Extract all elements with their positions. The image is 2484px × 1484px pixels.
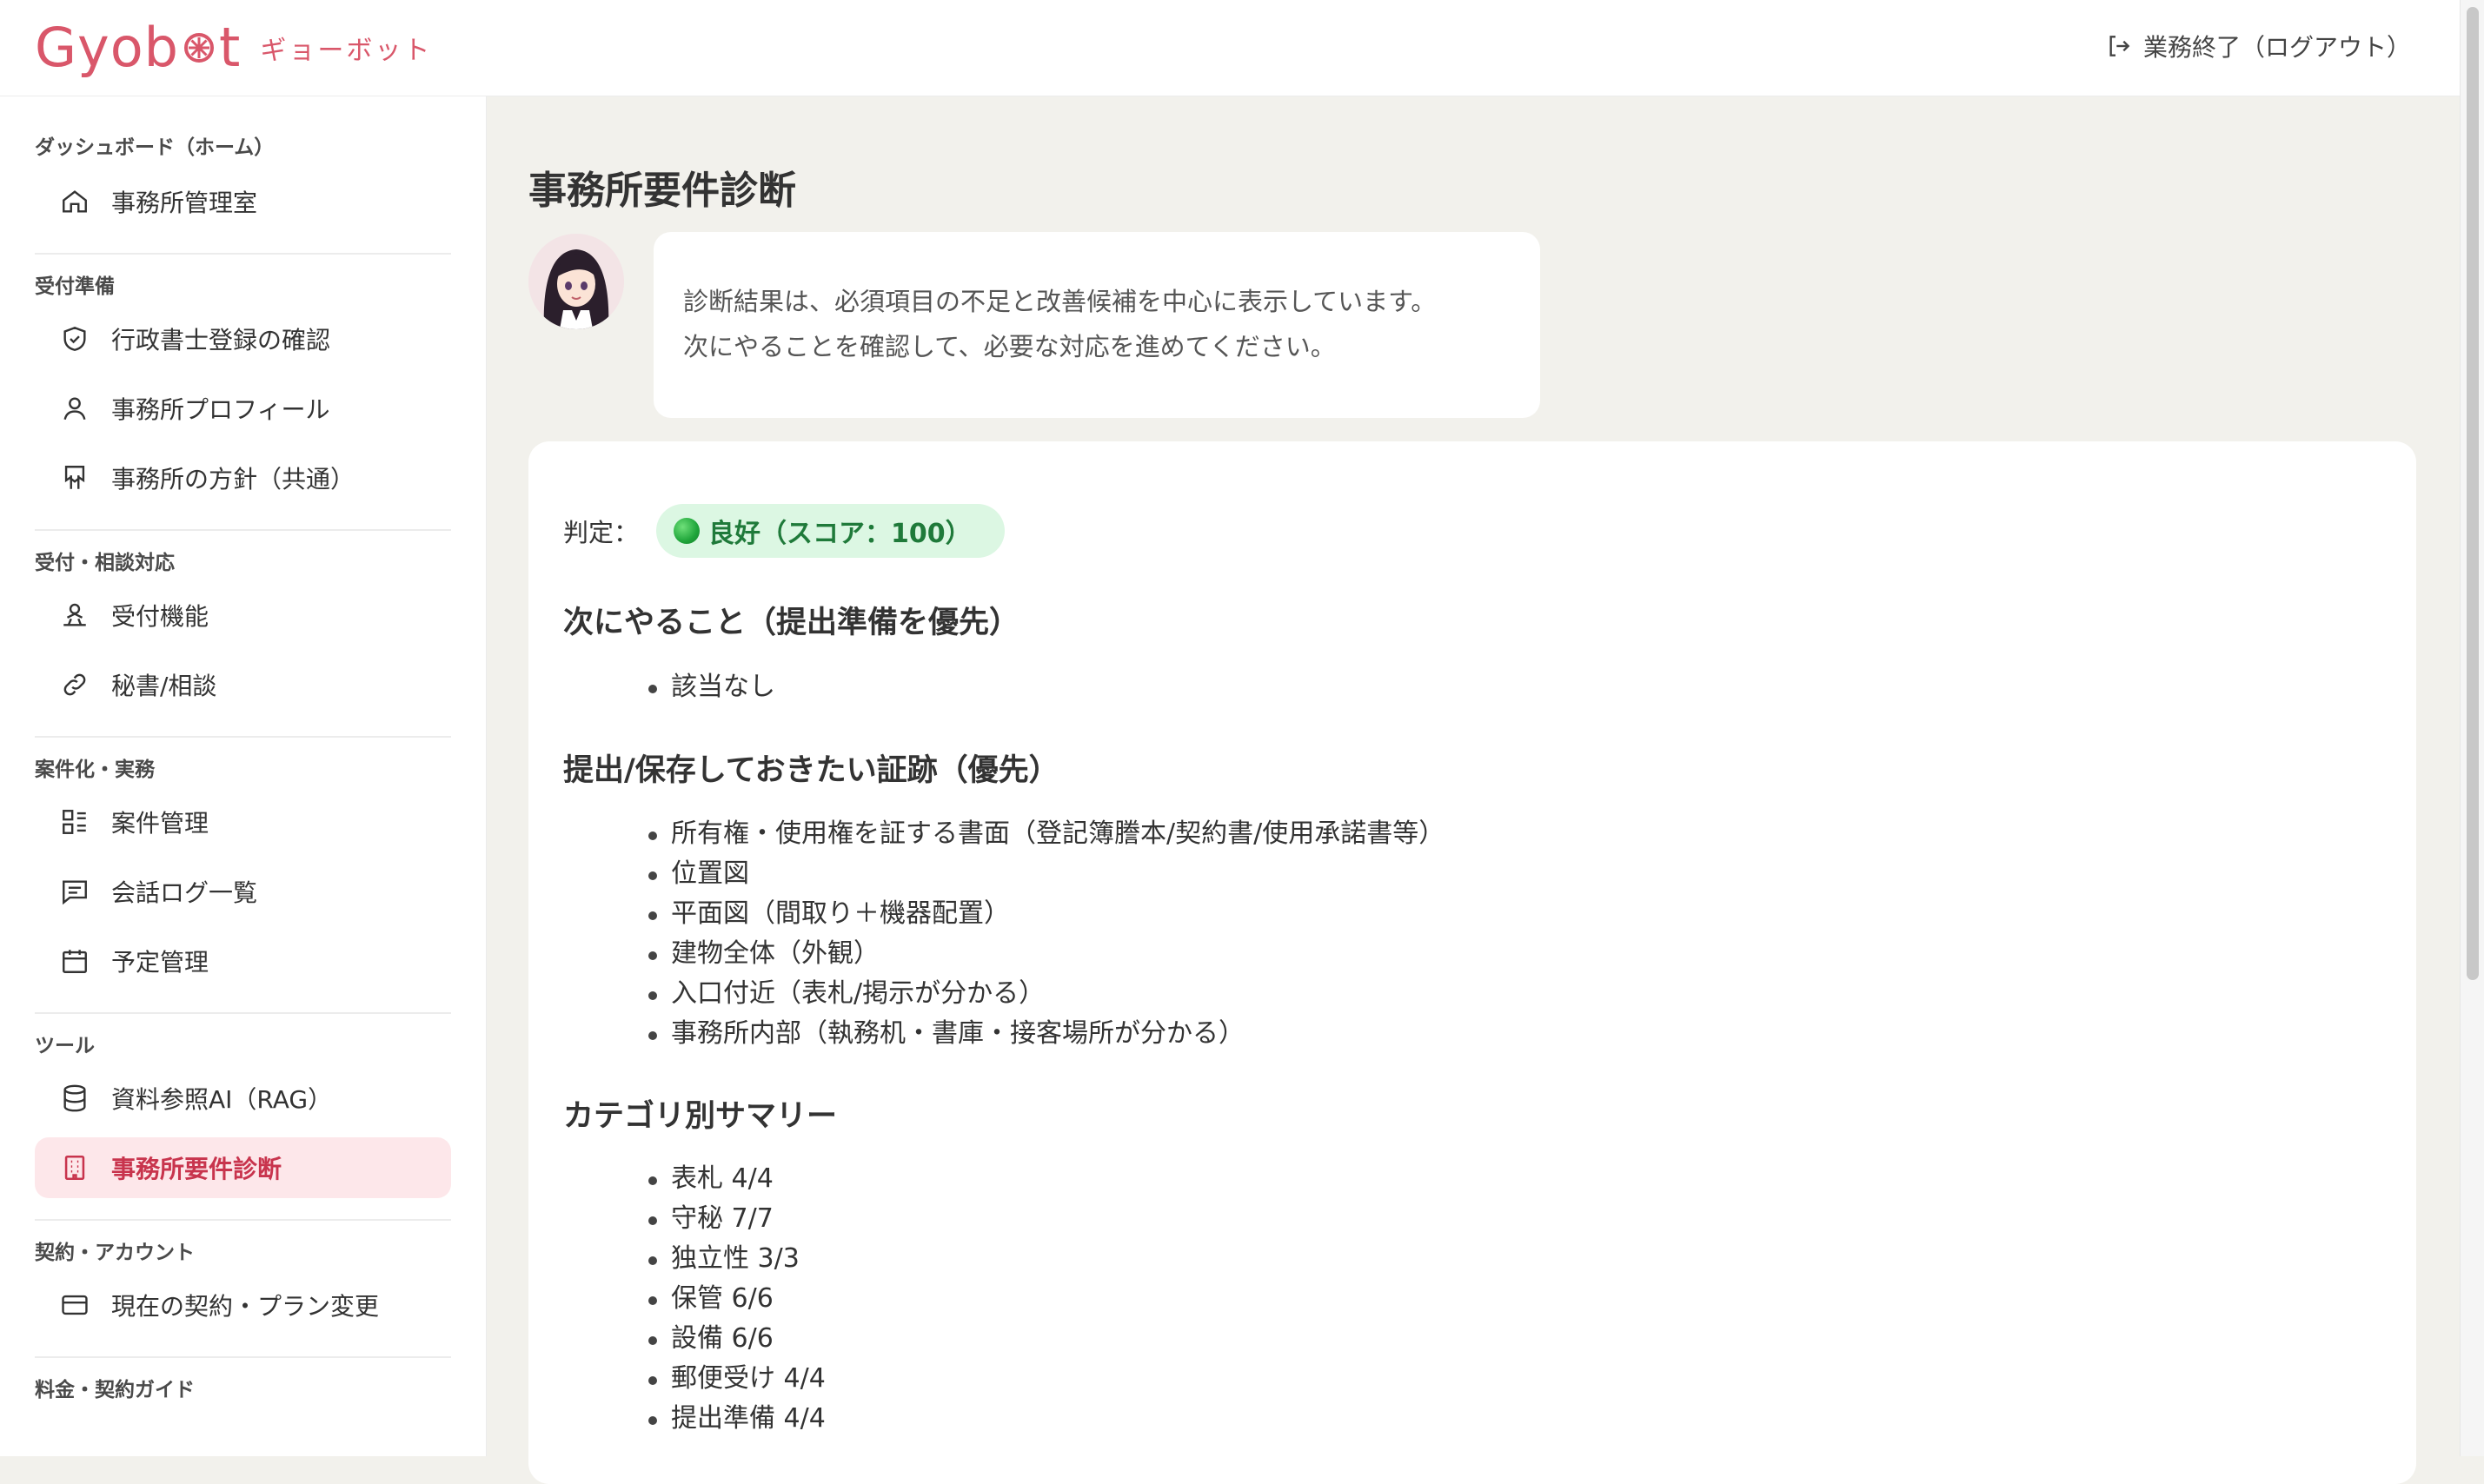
logout-label: 業務終了（ログアウト） [2142, 33, 2411, 62]
green-circle-icon [674, 518, 701, 544]
list-item: 事務所内部（執務机・書庫・接客場所が分かる） [648, 1014, 1445, 1054]
sidebar-item-label: 予定管理 [111, 948, 209, 977]
sidebar-item-label: 案件管理 [111, 809, 209, 838]
user-icon [59, 393, 90, 424]
sidebar-item-label: 秘書/相談 [111, 672, 217, 700]
evidence-heading: 提出/保存しておきたい証跡（優先） [563, 753, 1059, 788]
sidebar-item-label: 行政書士登録の確認 [111, 326, 331, 354]
signpost-icon [59, 462, 90, 494]
list-item: 入口付近（表札/掲示が分かる） [648, 974, 1445, 1014]
logo-subtitle: ギョーボット [260, 36, 433, 66]
list-item: 独立性 3/3 [648, 1239, 826, 1279]
next-actions-list: 該当なし [648, 667, 775, 707]
sidebar-item-label: 事務所管理室 [111, 189, 258, 217]
sidebar-item-label: 現在の契約・プラン変更 [111, 1292, 380, 1321]
assistant-message-bubble: 診断結果は、必須項目の不足と改善候補を中心に表示しています。 次にやることを確認… [654, 232, 1540, 418]
building-icon [59, 1152, 90, 1183]
shield-check-icon [59, 323, 90, 354]
section-title-cases: 案件化・実務 [35, 759, 155, 781]
reception-icon [59, 600, 90, 631]
sidebar-item-label: 資料参照AI（RAG） [111, 1085, 333, 1114]
verdict-row: 判定： 良好（スコア：100） [563, 504, 1005, 558]
page-title: 事務所要件診断 [528, 169, 796, 213]
section-title-prep: 受付準備 [35, 275, 115, 298]
credit-card-icon [59, 1289, 90, 1321]
chat-log-icon [59, 876, 90, 907]
diagnosis-result-card: 判定： 良好（スコア：100） 次にやること（提出準備を優先） 該当なし 提出/… [528, 441, 2416, 1484]
list-item: 建物全体（外観） [648, 934, 1445, 974]
calendar-icon [59, 945, 90, 977]
top-header: Gyob t ギョーボット 業務終了（ログアウト） [0, 0, 2460, 96]
next-actions-heading: 次にやること（提出準備を優先） [563, 606, 1020, 640]
list-item: 該当なし [648, 667, 775, 707]
list-item: 所有権・使用権を証する書面（登記簿謄本/契約書/使用承諾書等） [648, 814, 1445, 854]
list-item: 位置図 [648, 854, 1445, 894]
sidebar-item-reception[interactable]: 受付機能 [35, 585, 451, 646]
logo-gear-icon [184, 33, 215, 63]
page-scrollbar[interactable] [2460, 0, 2484, 1456]
sidebar-item-case-management[interactable]: 案件管理 [35, 792, 451, 852]
category-summary-list: 表札 4/4 守秘 7/7 独立性 3/3 保管 6/6 設備 6/6 郵便受け… [648, 1159, 826, 1439]
logout-icon [2109, 36, 2130, 56]
list-item: 郵便受け 4/4 [648, 1359, 826, 1399]
sidebar: ダッシュボード（ホーム） 事務所管理室 受付準備 行政書士登録の確認 事務所プロ… [0, 96, 487, 1456]
list-item: 守秘 7/7 [648, 1199, 826, 1239]
sidebar-item-rag[interactable]: 資料参照AI（RAG） [35, 1068, 451, 1129]
assistant-avatar [528, 234, 624, 329]
list-grid-icon [59, 806, 90, 838]
logout-button[interactable]: 業務終了（ログアウト） [2105, 26, 2411, 66]
section-title-account: 契約・アカウント [35, 1242, 195, 1264]
verdict-label: 判定： [563, 518, 640, 547]
status-badge-text: 良好（スコア：100） [708, 519, 972, 549]
list-item: 表札 4/4 [648, 1159, 826, 1199]
section-title-pricing-guide: 料金・契約ガイド [35, 1379, 195, 1401]
sidebar-item-secretary[interactable]: 秘書/相談 [35, 654, 451, 715]
category-summary-heading: カテゴリ別サマリー [563, 1099, 838, 1134]
sidebar-item-schedule[interactable]: 予定管理 [35, 931, 451, 991]
status-badge: 良好（スコア：100） [656, 504, 1005, 558]
sidebar-item-office-diagnosis[interactable]: 事務所要件診断 [35, 1137, 451, 1198]
section-title-dashboard: ダッシュボード（ホーム） [35, 136, 275, 159]
sidebar-item-office-room[interactable]: 事務所管理室 [35, 171, 451, 232]
sidebar-item-office-policy[interactable]: 事務所の方針（共通） [35, 447, 451, 508]
sidebar-item-label: 事務所要件診断 [111, 1155, 282, 1183]
logo-wordmark: Gyob t [35, 16, 242, 79]
section-title-reception: 受付・相談対応 [35, 552, 175, 574]
sidebar-item-label: 事務所プロフィール [111, 395, 330, 424]
sidebar-item-plan[interactable]: 現在の契約・プラン変更 [35, 1275, 451, 1335]
bubble-line: 次にやることを確認して、必要な対応を進めてください。 [683, 332, 1336, 361]
list-item: 設備 6/6 [648, 1319, 826, 1359]
list-item: 提出準備 4/4 [648, 1399, 826, 1439]
database-icon [59, 1083, 90, 1114]
app-logo[interactable]: Gyob t ギョーボット [35, 21, 432, 75]
main-content: 事務所要件診断 診断結果は、必須項目の不足と改善候補を中心に表示しています。 次… [487, 96, 2460, 1484]
section-title-tools: ツール [35, 1035, 95, 1057]
link-icon [59, 669, 90, 700]
sidebar-item-label: 事務所の方針（共通） [111, 465, 355, 494]
list-item: 保管 6/6 [648, 1279, 826, 1319]
list-item: 平面図（間取り＋機器配置） [648, 894, 1445, 934]
sidebar-item-chat-log[interactable]: 会話ログ一覧 [35, 861, 451, 922]
home-icon [59, 186, 90, 217]
sidebar-item-registration-check[interactable]: 行政書士登録の確認 [35, 308, 451, 369]
sidebar-item-label: 会話ログ一覧 [111, 878, 258, 907]
scrollbar-thumb[interactable] [2467, 7, 2479, 980]
sidebar-item-office-profile[interactable]: 事務所プロフィール [35, 378, 451, 439]
bubble-line: 診断結果は、必須項目の不足と改善候補を中心に表示しています。 [683, 287, 1437, 316]
evidence-list: 所有権・使用権を証する書面（登記簿謄本/契約書/使用承諾書等） 位置図 平面図（… [648, 814, 1445, 1054]
sidebar-item-label: 受付機能 [111, 602, 209, 631]
